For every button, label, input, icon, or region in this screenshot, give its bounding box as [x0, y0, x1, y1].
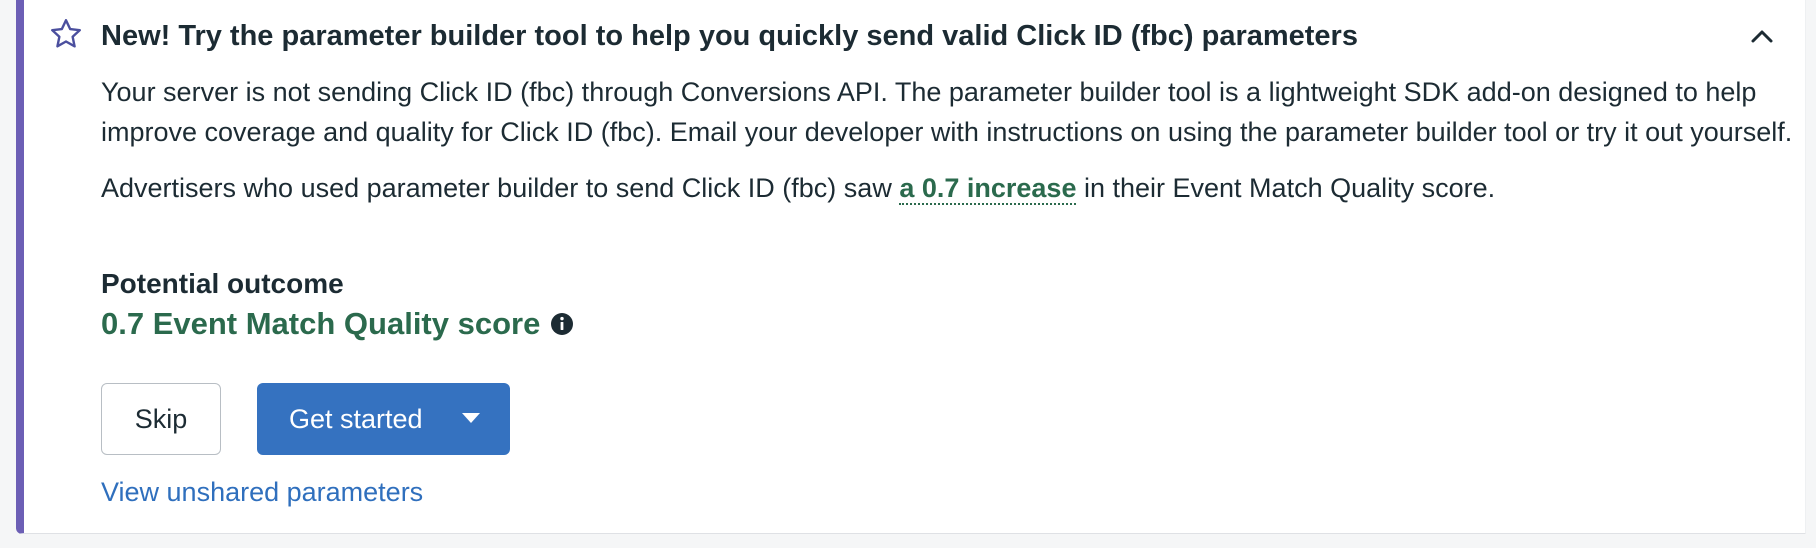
card-description: Your server is not sending Click ID (fbc…: [101, 77, 1793, 147]
stat-prefix: Advertisers who used parameter builder t…: [101, 173, 900, 203]
outcome-value: 0.7 Event Match Quality score: [101, 306, 541, 341]
collapse-button[interactable]: [1744, 18, 1780, 54]
caret-down-icon: [462, 413, 480, 423]
star-icon: [51, 19, 81, 48]
recommendation-card: New! Try the parameter builder tool to h…: [16, 0, 1806, 534]
card-body: Your server is not sending Click ID (fbc…: [101, 72, 1801, 208]
stat-suffix: in their Event Match Quality score.: [1076, 173, 1496, 203]
view-unshared-parameters-link[interactable]: View unshared parameters: [101, 474, 423, 510]
get-started-button[interactable]: Get started: [257, 383, 510, 455]
get-started-label: Get started: [289, 403, 423, 434]
chevron-up-icon: [1751, 30, 1773, 43]
skip-button[interactable]: Skip: [101, 383, 221, 455]
page: New! Try the parameter builder tool to h…: [0, 0, 1816, 548]
outcome-value-row: 0.7 Event Match Quality score: [101, 304, 574, 344]
card-stat: Advertisers who used parameter builder t…: [101, 168, 1801, 208]
increase-link[interactable]: a 0.7 increase: [899, 173, 1077, 205]
card-title: New! Try the parameter builder tool to h…: [101, 20, 1358, 52]
outcome-label: Potential outcome: [101, 268, 344, 299]
info-icon[interactable]: [550, 312, 574, 336]
